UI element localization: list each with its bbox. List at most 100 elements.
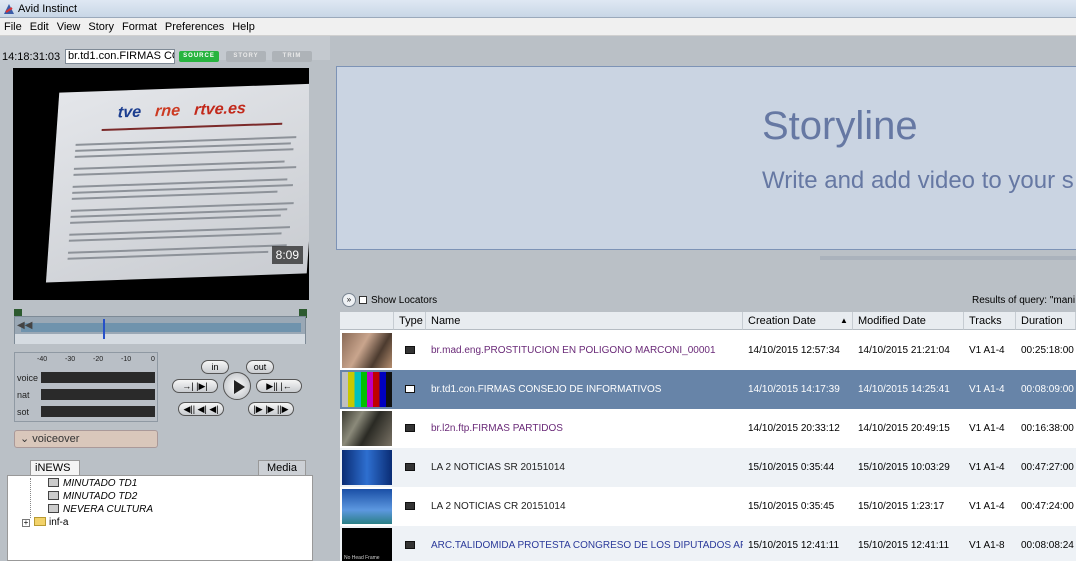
clip-name: LA 2 NOTICIAS CR 20151014 <box>431 501 566 512</box>
duration: 00:08:08:24 <box>1021 540 1074 551</box>
show-locators-checkbox[interactable] <box>359 296 367 304</box>
brand-tve: tve <box>117 103 142 122</box>
tree-item[interactable]: MINUTADO TD2 <box>48 491 137 502</box>
step-back-button[interactable]: ◀|| ◀| ◀| <box>178 402 224 416</box>
menu-help[interactable]: Help <box>228 18 259 33</box>
tracks: V1 A1-4 <box>969 462 1005 473</box>
column-header-type[interactable]: Type <box>394 312 426 330</box>
go-to-in-button[interactable]: →| |▶| <box>172 379 218 393</box>
column-header-modified-date[interactable]: Modified Date <box>853 312 964 330</box>
brand-rtve: rtve.es <box>193 100 247 119</box>
frame-brands: tve rne rtve.es <box>117 100 246 122</box>
storyline-subtitle: Write and add video to your s <box>762 167 1074 194</box>
meter-label-sot: sot <box>17 407 30 417</box>
story-queue-icon <box>48 478 59 487</box>
modified-date: 15/10/2015 10:03:29 <box>858 462 950 473</box>
clip-name: br.td1.con.FIRMAS CONSEJO DE INFORMATIVO… <box>431 384 662 395</box>
menu-file[interactable]: File <box>0 18 26 33</box>
tree-connector <box>30 478 31 518</box>
panel-splitter[interactable] <box>820 256 1076 260</box>
table-row[interactable]: br.mad.eng.PROSTITUCION EN POLIGONO MARC… <box>340 331 1076 370</box>
inews-tree: MINUTADO TD1 MINUTADO TD2 NEVERA CULTURA… <box>7 475 313 561</box>
tracks: V1 A1-4 <box>969 423 1005 434</box>
clip-name: br.mad.eng.PROSTITUCION EN POLIGONO MARC… <box>431 345 716 356</box>
step-forward-button[interactable]: |▶ |▶ ||▶ <box>248 402 294 416</box>
story-queue-icon <box>48 504 59 513</box>
menu-preferences[interactable]: Preferences <box>161 18 228 33</box>
tree-item-label: NEVERA CULTURA <box>63 504 154 515</box>
rewind-icon[interactable]: ◀◀ <box>17 320 32 331</box>
position-timeline[interactable] <box>14 316 306 344</box>
tree-item[interactable]: NEVERA CULTURA <box>48 504 153 515</box>
menu-format[interactable]: Format <box>118 18 161 33</box>
column-header-thumb <box>340 312 394 330</box>
tab-media[interactable]: Media <box>258 460 306 476</box>
creation-date: 14/10/2015 12:57:34 <box>748 345 840 356</box>
modified-date: 15/10/2015 1:23:17 <box>858 501 945 512</box>
app-logo-icon <box>4 4 14 14</box>
column-header-name[interactable]: Name <box>426 312 743 330</box>
video-viewer[interactable]: tve rne rtve.es 8:09 <box>13 68 309 300</box>
menu-view[interactable]: View <box>53 18 85 33</box>
transport-controls: in out →| |▶| ▶|| |← ◀|| ◀| ◀| |▶ |▶ ||▶ <box>168 352 305 422</box>
storyline-panel[interactable]: Storyline Write and add video to your s <box>336 66 1076 250</box>
voice-meter <box>41 372 155 383</box>
modified-date: 14/10/2015 21:21:04 <box>858 345 950 356</box>
table-row[interactable]: LA 2 NOTICIAS SR 20151014 15/10/2015 0:3… <box>340 448 1076 487</box>
table-row[interactable]: br.l2n.ftp.FIRMAS PARTIDOS 14/10/2015 20… <box>340 409 1076 448</box>
table-row[interactable]: No Head Frame ARC.TALIDOMIDA PROTESTA CO… <box>340 526 1076 561</box>
menu-story[interactable]: Story <box>84 18 118 33</box>
storyline-title: Storyline <box>762 104 918 148</box>
video-clip-icon <box>405 541 415 549</box>
tree-item-label: MINUTADO TD1 <box>63 478 138 489</box>
tracks: V1 A1-4 <box>969 384 1005 395</box>
title-bar: Avid Instinct <box>0 0 1076 18</box>
source-mode-button[interactable]: SOURCE <box>179 51 219 62</box>
column-header-duration[interactable]: Duration <box>1016 312 1076 330</box>
no-head-frame-label: No Head Frame <box>344 555 380 561</box>
mark-out-button[interactable]: out <box>246 360 274 374</box>
video-clip-icon <box>405 424 415 432</box>
column-header-creation-date[interactable]: Creation Date ▲ <box>743 312 853 330</box>
column-header-tracks[interactable]: Tracks <box>964 312 1016 330</box>
mark-in-button[interactable]: in <box>201 360 229 374</box>
clip-name-field[interactable]: br.td1.con.FIRMAS CONSE <box>65 49 175 64</box>
voiceover-toggle[interactable]: ⌄ voiceover <box>14 430 158 448</box>
creation-date-label: Creation Date <box>748 315 816 327</box>
table-row-selected[interactable]: br.td1.con.FIRMAS CONSEJO DE INFORMATIVO… <box>340 370 1076 409</box>
tree-item-label: MINUTADO TD2 <box>63 491 138 502</box>
go-to-out-button[interactable]: ▶|| |← <box>256 379 302 393</box>
playhead-marker[interactable] <box>103 319 105 339</box>
duration: 00:25:18:00 <box>1021 345 1074 356</box>
window-title: Avid Instinct <box>18 3 78 15</box>
menu-bar: File Edit View Story Format Preferences Help <box>0 18 1076 36</box>
creation-date: 15/10/2015 0:35:45 <box>748 501 835 512</box>
trim-mode-button[interactable]: TRIM <box>272 51 312 62</box>
results-header: » Show Locators Results of query: "mani <box>340 292 1076 309</box>
duration-badge: 8:09 <box>271 246 303 264</box>
table-row[interactable]: LA 2 NOTICIAS CR 20151014 15/10/2015 0:3… <box>340 487 1076 526</box>
tracks: V1 A1-4 <box>969 345 1005 356</box>
meter-label-nat: nat <box>17 390 30 400</box>
folder-label: inf-a <box>49 517 69 528</box>
folder-icon <box>34 517 46 526</box>
clip-thumbnail <box>342 489 392 524</box>
no-head-frame-thumbnail: No Head Frame <box>342 528 392 561</box>
expand-plus-icon[interactable]: + <box>22 519 30 527</box>
timeline-scrollbar[interactable] <box>15 334 305 344</box>
tab-inews[interactable]: iNEWS <box>30 460 80 476</box>
tree-item[interactable]: MINUTADO TD1 <box>48 478 137 489</box>
story-mode-button[interactable]: STORY <box>226 51 266 62</box>
video-frame: tve rne rtve.es <box>45 83 309 283</box>
menu-edit[interactable]: Edit <box>26 18 53 33</box>
clip-thumbnail <box>342 411 392 446</box>
tracks: V1 A1-8 <box>969 540 1005 551</box>
creation-date: 15/10/2015 12:41:11 <box>748 540 840 551</box>
duration: 00:47:27:00 <box>1021 462 1074 473</box>
meter-scale-label: 0 <box>151 356 155 363</box>
audio-meters: -40 -30 -20 -10 0 voice nat sot <box>14 352 158 422</box>
expand-locators-icon[interactable]: » <box>342 293 356 307</box>
tree-folder[interactable]: + inf-a <box>22 517 68 528</box>
sort-ascending-icon: ▲ <box>840 316 848 325</box>
modified-date: 14/10/2015 14:25:41 <box>858 384 950 395</box>
